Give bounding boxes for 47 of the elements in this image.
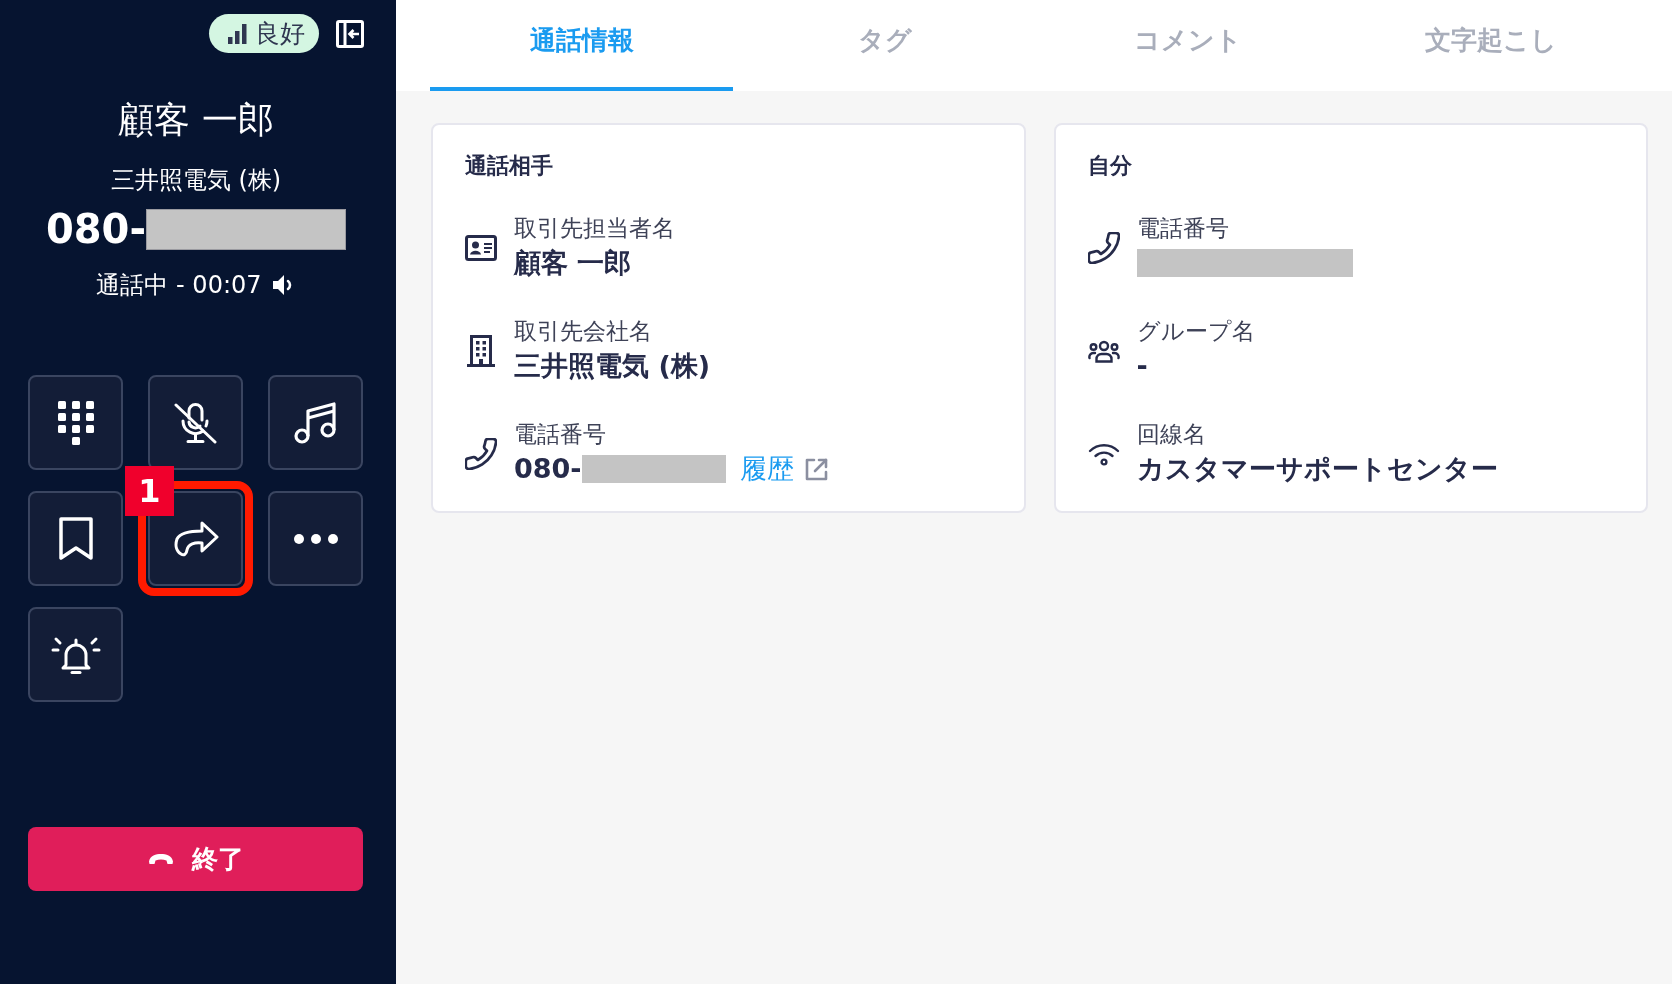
end-call-button[interactable]: 終了: [28, 827, 363, 891]
tab[interactable]: タグ: [733, 0, 1037, 91]
call-status: 通話中 - 00:07: [96, 270, 262, 301]
phone-icon: [465, 438, 497, 470]
collapse-panel-icon[interactable]: [336, 19, 364, 48]
ellipsis-icon: [293, 533, 338, 544]
building-icon: [467, 335, 495, 367]
music-button[interactable]: [268, 375, 363, 470]
share-arrow-icon: [172, 519, 219, 558]
alarm-button[interactable]: [28, 607, 123, 702]
more-button[interactable]: [268, 491, 363, 586]
status-label: 良好: [255, 18, 305, 50]
field-value: 顧客 一郎: [514, 246, 632, 280]
field-value: カスタマーサポートセンター: [1136, 452, 1498, 486]
field-label: 回線名: [1136, 420, 1206, 449]
external-link-icon: [803, 456, 829, 482]
keypad-button[interactable]: [28, 375, 123, 470]
field-label: 電話番号: [1136, 214, 1229, 243]
card-title: 自分: [1087, 152, 1132, 180]
keypad-icon: [57, 400, 94, 445]
signal-bars-icon: [228, 23, 247, 44]
mic-off-icon: [173, 401, 218, 444]
tab[interactable]: 文字起こし: [1339, 0, 1643, 91]
caller-phone: 080-: [45, 205, 147, 253]
bookmark-button[interactable]: [28, 491, 123, 586]
hang-up-icon: [147, 853, 174, 865]
field-value: 080-: [514, 452, 582, 486]
wifi-icon: [1087, 442, 1120, 466]
callout-number: 1: [125, 466, 174, 516]
field-label: 電話番号: [514, 420, 606, 449]
tab[interactable]: 通話情報: [430, 0, 734, 91]
history-link[interactable]: 履歴: [739, 449, 829, 489]
card-title: 通話相手: [465, 152, 553, 180]
field-label: 取引先担当者名: [514, 214, 675, 243]
field-label: グループ名: [1136, 317, 1255, 346]
caller-name: 顧客 一郎: [118, 98, 274, 142]
field-value: -: [1136, 349, 1148, 383]
tab[interactable]: コメント: [1036, 0, 1340, 91]
group-icon: [1087, 339, 1120, 363]
caller-company: 三井照電気 (株): [110, 165, 282, 196]
field-value: 三井照電気 (株): [514, 349, 711, 383]
music-note-icon: [293, 401, 338, 444]
phone-icon: [1087, 232, 1120, 264]
bookmark-icon: [58, 516, 93, 561]
mute-button[interactable]: [148, 375, 243, 470]
field-label: 取引先会社名: [514, 317, 652, 346]
contact-card-icon: [465, 235, 497, 261]
